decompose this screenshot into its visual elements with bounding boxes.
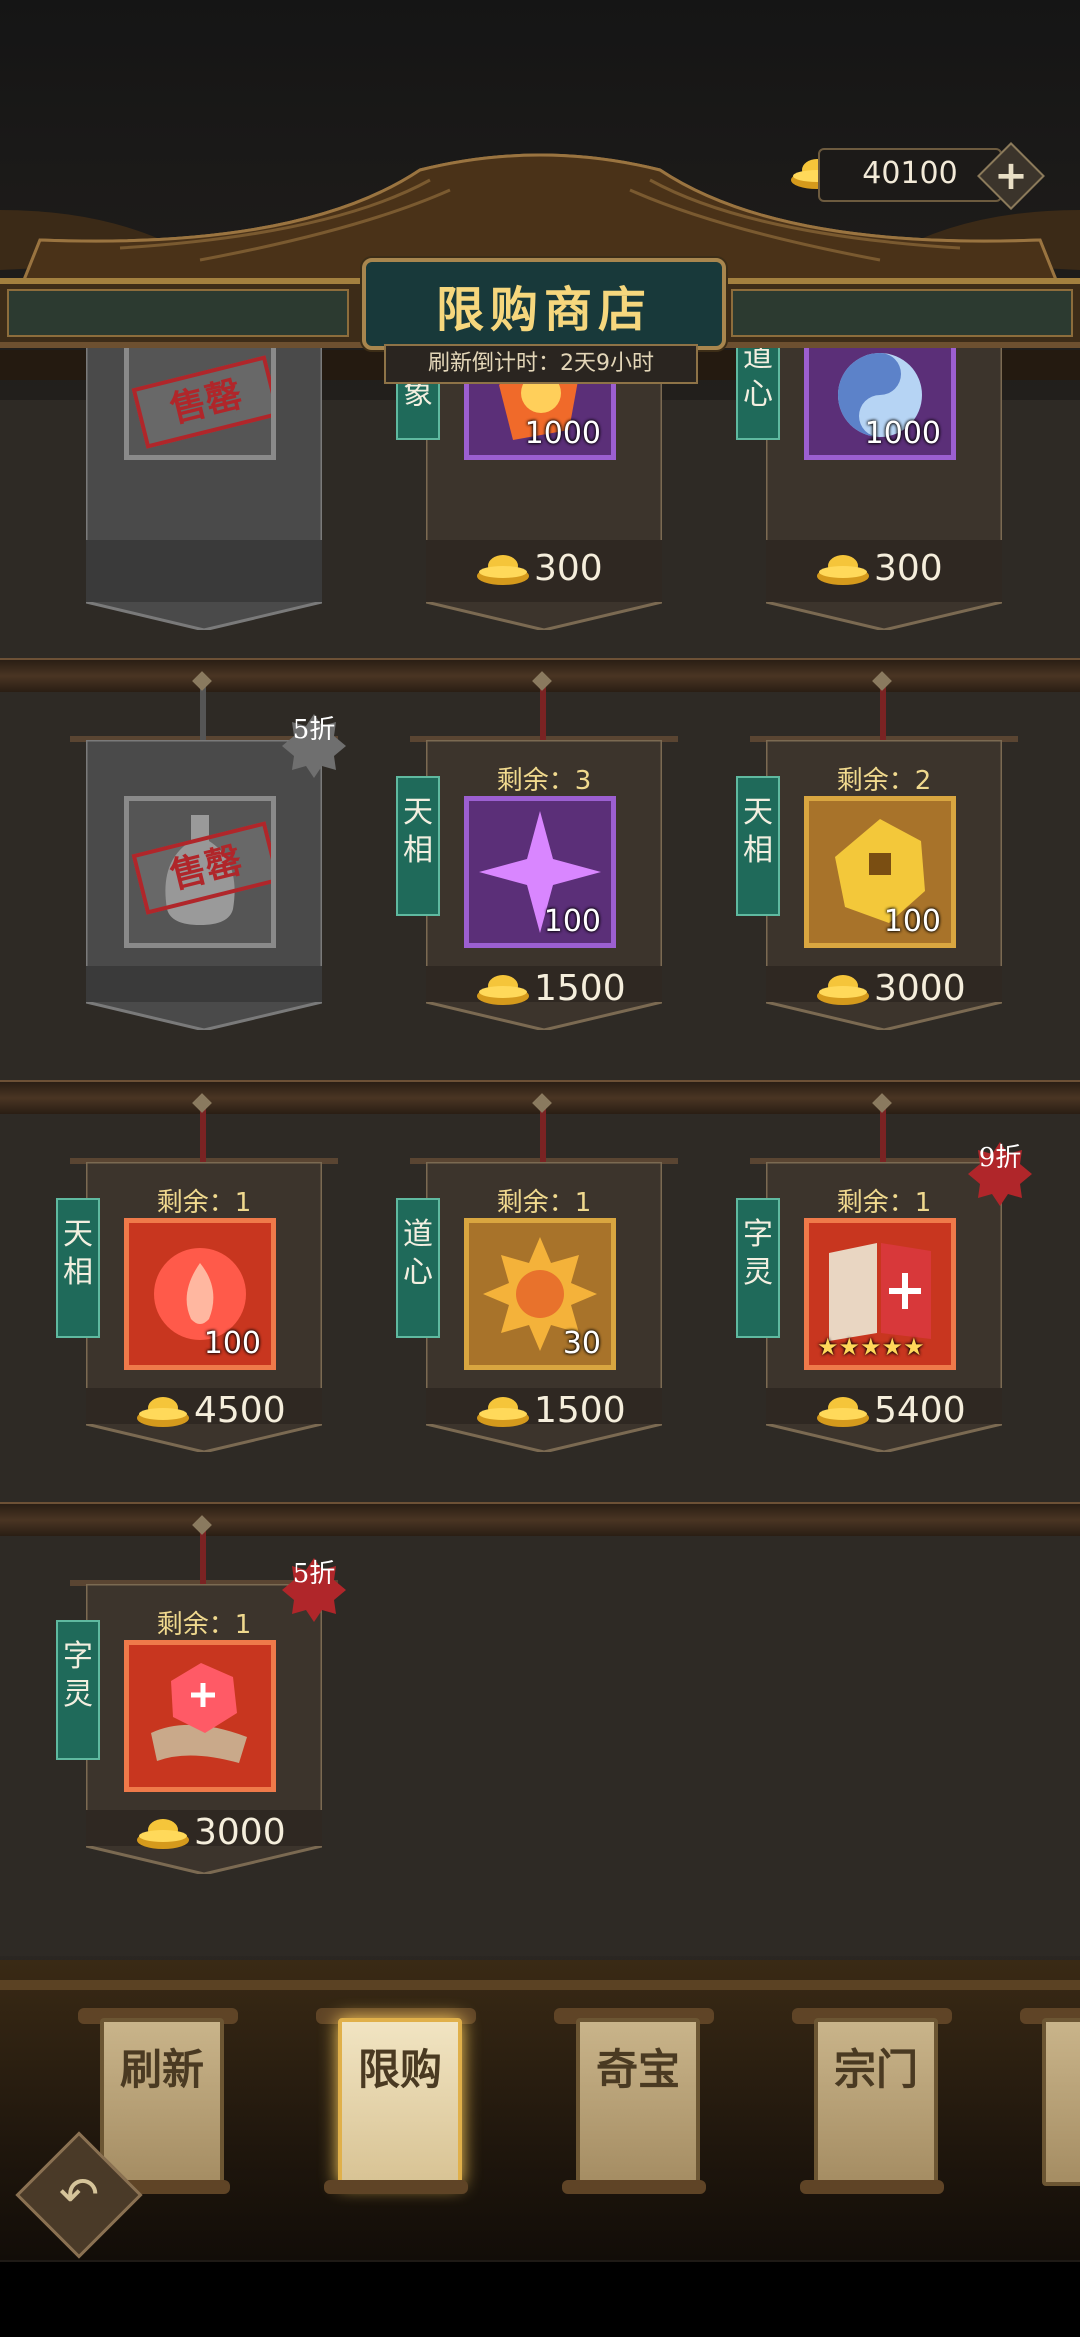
tab-sect[interactable]: 宗门 [792,2008,952,2198]
book-icon: ★★★★★ [804,1218,956,1370]
item-quantity: 100 [203,1326,261,1361]
red-gem-scroll-icon [124,1640,276,1792]
screen-bottom [0,2262,1080,2337]
shelf-board [0,1502,1080,1538]
refresh-countdown: 刷新倒计时：2天9小时 [384,344,698,384]
sold-out-stamp: 售罄 [131,355,271,449]
discount-badge: 9折 [968,1142,1032,1206]
purple-star-icon: 100 [464,796,616,948]
item-category-tag: 天相 [56,1198,100,1338]
price-value: 1500 [534,968,626,1009]
vase-icon: 售罄 [124,330,276,460]
item-category-tag: 天相 [396,776,440,916]
tab-treasure[interactable]: 奇宝 [554,2008,714,2198]
discount-badge: 5折 [282,714,346,778]
gold-ingot-icon [137,1397,189,1427]
item-category-tag: 道心 [736,320,780,440]
remaining-count: 剩余：2 [836,766,932,796]
shop-item-card[interactable]: 剩余：3 100 天相 1500 [396,671,678,1030]
item-price: 5400 [766,1388,1002,1432]
flame-orb-icon: 100 [124,1218,276,1370]
item-stars: ★★★★★ [817,1333,925,1361]
item-category-tag: 天相 [736,776,780,916]
sun-emblem-icon: 30 [464,1218,616,1370]
tab-label: 宗门 [833,2045,918,2094]
discount-text: 9折 [978,1143,1022,1173]
price-value: 3000 [874,968,966,1009]
shop-item-card[interactable]: 剩余：1 ★★★★★ 字灵 9折 5400 [736,1093,1032,1452]
price-value: 3000 [194,1812,286,1853]
item-category-tag: 字灵 [736,1198,780,1338]
remaining-count: 剩余：1 [836,1188,932,1218]
tab-label: 奇宝 [595,2045,680,2094]
discount-badge: 5折 [282,1558,346,1622]
shop-item-card[interactable]: 剩余：1 100 天相 4500 [56,1093,338,1452]
item-quantity: 100 [883,904,941,939]
discount-text: 5折 [292,715,336,745]
gold-ingot-icon [477,555,529,585]
gold-ingot-icon [817,975,869,1005]
item-price: 3000 [86,1810,322,1854]
tab-limited[interactable]: 限购 [316,2008,476,2198]
tab-label: 刷新 [119,2045,204,2094]
item-price: 300 [426,546,662,590]
item-price: 4500 [86,1388,322,1432]
price-value: 1500 [534,1390,626,1431]
back-arrow-icon: ↶ [58,2167,100,2223]
gold-ingot-icon [477,1397,529,1427]
yin-yang-fish-icon: 1000 [804,330,956,460]
bottom-nav: 刷新 限购 奇宝 宗门 [0,1960,1080,2260]
shop-item-card[interactable]: 剩余：1 字灵 5折 3000 [56,1515,346,1874]
gold-ingot-icon [817,1397,869,1427]
item-category-tag: 字灵 [56,1620,100,1760]
item-quantity: 30 [562,1326,601,1361]
red-gem-scroll-icon [151,1663,247,1763]
shop-item-card[interactable]: 剩余：2 100 天相 3000 [736,671,1018,1030]
tab-plate [1042,2018,1080,2186]
item-quantity: 1000 [524,416,601,451]
shop-item-card[interactable]: 售罄 5折 [70,671,346,1030]
item-quantity: 1000 [864,416,941,451]
shop-item-card[interactable]: 1000 道心 300 [736,320,1002,630]
nav-beam [0,1980,1080,1990]
tab-partial[interactable] [1020,2008,1080,2198]
gold-ingot-icon [817,555,869,585]
item-price: 1500 [426,966,662,1010]
price-value: 4500 [194,1390,286,1431]
item-category-tag: 道心 [396,1198,440,1338]
vase-icon: 售罄 [124,796,276,948]
item-price: 3000 [766,966,1002,1010]
tab-base [800,2180,944,2194]
item-quantity: 100 [543,904,601,939]
gold-ingot-icon [137,1819,189,1849]
remaining-count: 剩余：1 [156,1188,252,1218]
page-title: 限购商店 [435,282,652,338]
price-value: 5400 [874,1390,966,1431]
shop-title-plate: 限购商店 [362,258,726,350]
tab-base [562,2180,706,2194]
remaining-count: 剩余：1 [496,1188,592,1218]
gold-ingot-icon [477,975,529,1005]
shop-item-card[interactable]: 售罄 [86,330,322,630]
tab-base [324,2180,468,2194]
price-value: 300 [534,548,603,589]
item-price: 1500 [426,1388,662,1432]
gold-coin-icon: 100 [804,796,956,948]
item-price: 300 [766,546,1002,590]
shop-item-card[interactable]: 剩余：1 30 道心 1500 [396,1093,678,1452]
discount-text: 5折 [292,1559,336,1589]
price-value: 300 [874,548,943,589]
remaining-count: 剩余：3 [496,766,592,796]
tab-label: 限购 [357,2045,442,2094]
